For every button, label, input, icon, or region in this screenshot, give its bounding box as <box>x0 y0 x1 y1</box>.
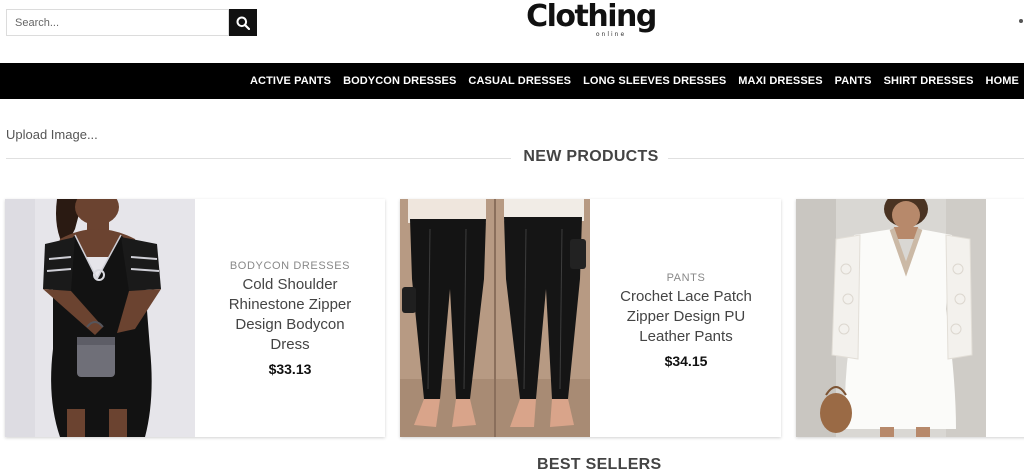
nav-item-bodycon-dresses[interactable]: BODYCON DRESSES <box>343 75 456 87</box>
search-input[interactable] <box>6 9 229 36</box>
product-card[interactable]: PANTS Crochet Lace Patch Zipper Design P… <box>400 199 781 437</box>
search-icon <box>236 16 250 30</box>
product-card[interactable] <box>796 199 1024 437</box>
nav-item-active-pants[interactable]: ACTIVE PANTS <box>250 75 331 87</box>
product-info: PANTS Crochet Lace Patch Zipper Design P… <box>591 199 781 439</box>
product-name[interactable]: Dress <box>270 335 309 355</box>
section-title-new-products: NEW PRODUCTS <box>523 148 659 165</box>
divider-right <box>668 158 1024 159</box>
product-image[interactable] <box>5 199 195 437</box>
nav-item-maxi-dresses[interactable]: MAXI DRESSES <box>738 75 822 87</box>
product-name[interactable]: Design Bodycon <box>235 315 344 335</box>
product-category[interactable]: BODYCON DRESSES <box>230 260 350 272</box>
product-name[interactable]: Rhinestone Zipper <box>229 295 352 315</box>
nav-item-home[interactable]: HOME <box>986 75 1019 87</box>
product-category[interactable]: PANTS <box>667 272 706 284</box>
product-name[interactable]: Leather Pants <box>639 327 732 347</box>
menu-dot-icon[interactable] <box>1019 19 1023 23</box>
product-image[interactable] <box>796 199 986 437</box>
product-price: $33.13 <box>268 360 312 377</box>
upload-image-link[interactable]: Upload Image... <box>6 127 98 142</box>
product-card[interactable]: BODYCON DRESSES Cold Shoulder Rhinestone… <box>5 199 385 437</box>
product-name[interactable]: Zipper Design PU <box>627 307 745 327</box>
product-name[interactable]: Cold Shoulder <box>242 275 337 295</box>
nav-menu: ACTIVE PANTS BODYCON DRESSES CASUAL DRES… <box>250 63 1019 99</box>
product-image[interactable] <box>400 199 590 437</box>
section-title-best-sellers: BEST SELLERS <box>537 456 662 473</box>
logo-text: Clothing <box>526 0 657 34</box>
nav-item-pants[interactable]: PANTS <box>835 75 872 87</box>
nav-item-long-sleeves-dresses[interactable]: LONG SLEEVES DRESSES <box>583 75 726 87</box>
main-nav: ACTIVE PANTS BODYCON DRESSES CASUAL DRES… <box>0 63 1024 99</box>
product-info: BODYCON DRESSES Cold Shoulder Rhinestone… <box>195 199 385 437</box>
product-name[interactable]: Crochet Lace Patch <box>620 287 752 307</box>
nav-item-casual-dresses[interactable]: CASUAL DRESSES <box>468 75 571 87</box>
product-price: $34.15 <box>664 352 708 369</box>
nav-item-shirt-dresses[interactable]: SHIRT DRESSES <box>884 75 974 87</box>
search-button[interactable] <box>229 9 257 36</box>
site-logo[interactable]: Clothing online <box>526 0 657 46</box>
